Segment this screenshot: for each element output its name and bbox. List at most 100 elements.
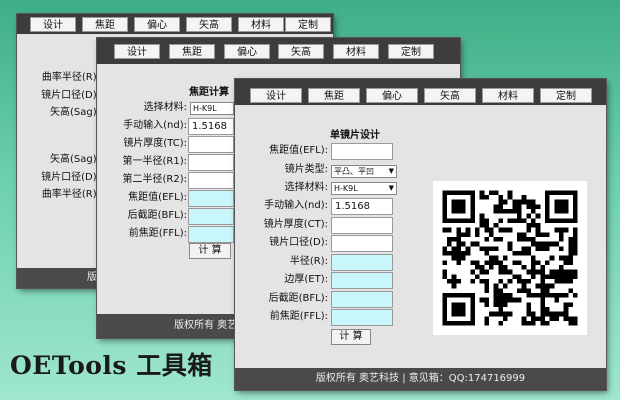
tab-design[interactable]: 设计 — [114, 44, 160, 59]
qr-module — [531, 311, 536, 317]
qr-module — [498, 218, 503, 223]
tab-design[interactable]: 设计 — [250, 88, 302, 103]
tab-design[interactable]: 设计 — [30, 17, 76, 32]
qr-module — [540, 302, 545, 307]
qr-module — [531, 321, 536, 326]
tab-material[interactable]: 材料 — [333, 44, 379, 59]
qr-module — [535, 223, 541, 228]
qr-module — [540, 246, 545, 251]
qr-module — [535, 227, 541, 233]
tab-material[interactable]: 材料 — [482, 88, 534, 103]
qr-module — [545, 232, 550, 237]
qr-module — [484, 297, 489, 303]
qr-module — [470, 279, 475, 284]
tab-focal[interactable]: 焦距 — [82, 17, 128, 32]
qr-module — [484, 269, 489, 275]
qr-module — [517, 199, 522, 205]
qr-module — [484, 321, 489, 326]
qr-module — [451, 199, 466, 214]
qr-module — [498, 293, 503, 298]
qr-module — [498, 297, 503, 303]
qr-module — [535, 283, 541, 289]
qr-module — [493, 237, 499, 242]
tab-material[interactable]: 材料 — [238, 17, 284, 32]
tab-focal[interactable]: 焦距 — [169, 44, 215, 59]
qr-module — [531, 199, 536, 205]
label-radius-2: 曲率半径(R): — [41, 189, 100, 200]
tab-decenter[interactable]: 偏心 — [366, 88, 418, 103]
label-ffl: 前焦距(FFL): — [269, 311, 328, 322]
qr-module — [517, 209, 522, 214]
qr-module — [456, 255, 461, 261]
qr-module — [451, 255, 457, 261]
qr-module — [484, 195, 489, 200]
qr-module — [461, 251, 466, 256]
qr-module — [573, 246, 578, 251]
qr-module — [554, 269, 559, 275]
label-ffl: 前焦距(FFL): — [128, 228, 187, 239]
qr-module — [554, 227, 559, 233]
qr-module — [503, 302, 508, 307]
qr-module — [484, 260, 489, 265]
qr-module — [535, 269, 541, 275]
qr-module — [535, 246, 541, 251]
qr-module — [479, 279, 485, 284]
calculate-button[interactable]: 计 算 — [189, 243, 231, 259]
qr-module — [493, 223, 499, 228]
qr-module — [559, 237, 564, 242]
lens-type-select[interactable]: 平凸、平凹 ▼ — [331, 165, 397, 178]
qr-module — [526, 204, 531, 209]
diameter-input[interactable] — [331, 235, 393, 252]
qr-module — [540, 232, 545, 237]
qr-module — [568, 316, 573, 321]
tab-sag[interactable]: 矢高 — [278, 44, 324, 59]
tab-sag[interactable]: 矢高 — [424, 88, 476, 103]
tab-sag[interactable]: 矢高 — [186, 17, 232, 32]
label-thickness: 镜片厚度(TC): — [123, 138, 187, 149]
nd-input[interactable]: 1.5168 — [188, 118, 234, 135]
tab-custom[interactable]: 定制 — [388, 44, 434, 59]
qr-module — [540, 283, 545, 289]
qr-module — [489, 260, 494, 265]
thickness-input[interactable] — [188, 136, 234, 153]
r1-input[interactable] — [188, 154, 234, 171]
qr-module — [559, 293, 564, 298]
qr-module — [521, 218, 527, 223]
qr-module — [451, 283, 457, 289]
tab-decenter[interactable]: 偏心 — [134, 17, 180, 32]
qr-module — [512, 274, 517, 279]
qr-module — [442, 260, 447, 265]
label-radius: 半径(R): — [289, 256, 328, 267]
qr-module — [479, 190, 485, 195]
qr-module — [559, 232, 564, 237]
qr-module — [512, 199, 517, 205]
qr-module — [484, 251, 489, 256]
qr-module — [568, 251, 573, 256]
qr-module — [554, 279, 559, 284]
qr-module — [535, 213, 541, 219]
qr-module — [521, 279, 527, 284]
thickness-input[interactable] — [331, 217, 393, 234]
r2-input[interactable] — [188, 172, 234, 189]
tab-focal[interactable]: 焦距 — [308, 88, 360, 103]
calculate-button[interactable]: 计 算 — [331, 329, 371, 345]
material-select[interactable]: H-K9L — [190, 102, 234, 115]
qr-module — [493, 260, 499, 265]
efl-input[interactable] — [331, 143, 393, 160]
qr-module — [545, 246, 550, 251]
tab-custom[interactable]: 定制 — [540, 88, 592, 103]
qr-module — [531, 269, 536, 275]
tab-custom[interactable]: 定制 — [285, 17, 331, 32]
material-select[interactable]: H-K9L ▼ — [331, 182, 397, 195]
qr-module — [447, 279, 452, 284]
label-material: 选择材料: — [143, 102, 187, 113]
toolbar: 设计 焦距 偏心 矢高 材料 定制 — [97, 38, 460, 64]
qr-module — [563, 316, 569, 321]
qr-module — [563, 311, 569, 317]
nd-input[interactable]: 1.5168 — [331, 198, 393, 215]
qr-module — [456, 237, 461, 242]
tab-decenter[interactable]: 偏心 — [224, 44, 270, 59]
qr-module — [521, 232, 527, 237]
qr-module — [559, 265, 564, 270]
qr-module — [517, 279, 522, 284]
